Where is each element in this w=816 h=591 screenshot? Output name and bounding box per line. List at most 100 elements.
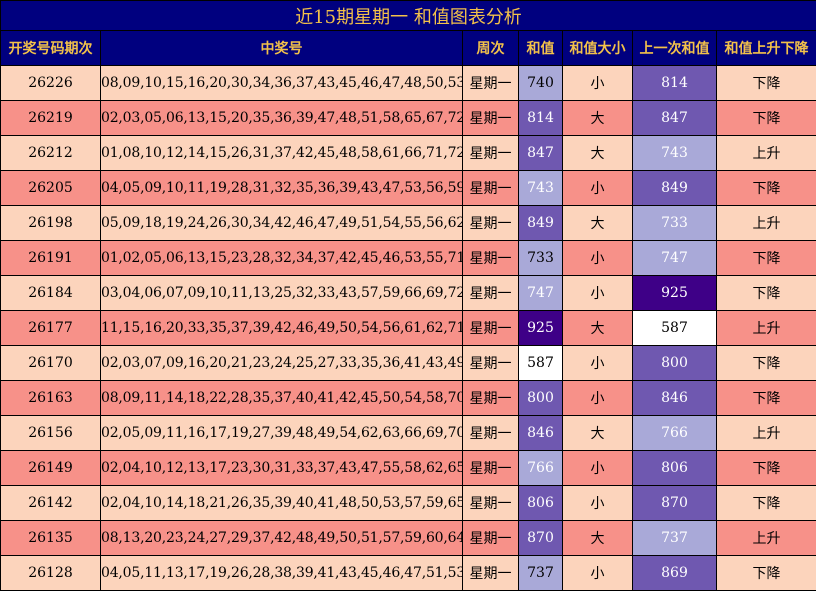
sum-cell: 870 xyxy=(519,521,563,556)
sum-cell: 766 xyxy=(519,451,563,486)
numbers-cell: 04,05,09,10,11,19,28,31,32,35,36,39,43,4… xyxy=(101,171,463,206)
numbers-cell: 03,04,06,07,09,10,11,13,25,32,33,43,57,5… xyxy=(101,276,463,311)
header-sum: 和值 xyxy=(519,31,563,66)
numbers-cell: 02,04,10,14,18,21,26,35,39,40,41,48,50,5… xyxy=(101,486,463,521)
sum-cell: 814 xyxy=(519,101,563,136)
prev-sum-cell: 800 xyxy=(633,346,717,381)
table-row: 2621902,03,05,06,13,15,20,35,36,39,47,48… xyxy=(1,101,816,136)
weekday-cell: 星期一 xyxy=(463,346,519,381)
table-row: 2617711,15,16,20,33,35,37,39,42,46,49,50… xyxy=(1,311,816,346)
numbers-cell: 02,04,10,12,13,17,23,30,31,33,37,43,47,5… xyxy=(101,451,463,486)
sum-cell: 740 xyxy=(519,66,563,101)
table-row: 2619805,09,18,19,24,26,30,34,42,46,47,49… xyxy=(1,206,816,241)
size-cell: 大 xyxy=(563,416,633,451)
issue-cell: 26149 xyxy=(1,451,101,486)
numbers-cell: 08,09,11,14,18,22,28,35,37,40,41,42,45,5… xyxy=(101,381,463,416)
weekday-cell: 星期一 xyxy=(463,311,519,346)
weekday-cell: 星期一 xyxy=(463,101,519,136)
prev-sum-cell: 747 xyxy=(633,241,717,276)
table-row: 2618403,04,06,07,09,10,11,13,25,32,33,43… xyxy=(1,276,816,311)
weekday-cell: 星期一 xyxy=(463,381,519,416)
header-size: 和值大小 xyxy=(563,31,633,66)
issue-cell: 26191 xyxy=(1,241,101,276)
issue-cell: 26163 xyxy=(1,381,101,416)
issue-cell: 26142 xyxy=(1,486,101,521)
trend-cell: 下降 xyxy=(717,486,816,521)
issue-cell: 26198 xyxy=(1,206,101,241)
header-row: 开奖号码期次 中奖号 周次 和值 和值大小 上一次和值 和值上升下降 xyxy=(1,31,816,66)
trend-cell: 下降 xyxy=(717,66,816,101)
prev-sum-cell: 846 xyxy=(633,381,717,416)
trend-cell: 下降 xyxy=(717,451,816,486)
table-row: 2617002,03,07,09,16,20,21,23,24,25,27,33… xyxy=(1,346,816,381)
issue-cell: 26212 xyxy=(1,136,101,171)
sum-cell: 743 xyxy=(519,171,563,206)
sum-analysis-table: 近15期星期一 和值图表分析 开奖号码期次 中奖号 周次 和值 和值大小 上一次… xyxy=(0,0,816,591)
issue-cell: 26156 xyxy=(1,416,101,451)
issue-cell: 26219 xyxy=(1,101,101,136)
size-cell: 大 xyxy=(563,206,633,241)
table-row: 2615602,05,09,11,16,17,19,27,39,48,49,54… xyxy=(1,416,816,451)
table-row: 2616308,09,11,14,18,22,28,35,37,40,41,42… xyxy=(1,381,816,416)
size-cell: 小 xyxy=(563,66,633,101)
weekday-cell: 星期一 xyxy=(463,486,519,521)
sum-cell: 800 xyxy=(519,381,563,416)
table-row: 2614902,04,10,12,13,17,23,30,31,33,37,43… xyxy=(1,451,816,486)
numbers-cell: 02,03,07,09,16,20,21,23,24,25,27,33,35,3… xyxy=(101,346,463,381)
numbers-cell: 01,02,05,06,13,15,23,28,32,34,37,42,45,4… xyxy=(101,241,463,276)
table-row: 2614202,04,10,14,18,21,26,35,39,40,41,48… xyxy=(1,486,816,521)
weekday-cell: 星期一 xyxy=(463,171,519,206)
weekday-cell: 星期一 xyxy=(463,521,519,556)
prev-sum-cell: 814 xyxy=(633,66,717,101)
size-cell: 大 xyxy=(563,101,633,136)
size-cell: 大 xyxy=(563,311,633,346)
numbers-cell: 02,03,05,06,13,15,20,35,36,39,47,48,51,5… xyxy=(101,101,463,136)
numbers-cell: 08,09,10,15,16,20,30,34,36,37,43,45,46,4… xyxy=(101,66,463,101)
header-numbers: 中奖号 xyxy=(101,31,463,66)
prev-sum-cell: 925 xyxy=(633,276,717,311)
header-issue: 开奖号码期次 xyxy=(1,31,101,66)
numbers-cell: 05,09,18,19,24,26,30,34,42,46,47,49,51,5… xyxy=(101,206,463,241)
numbers-cell: 04,05,11,13,17,19,26,28,38,39,41,43,45,4… xyxy=(101,556,463,591)
trend-cell: 上升 xyxy=(717,416,816,451)
size-cell: 小 xyxy=(563,171,633,206)
weekday-cell: 星期一 xyxy=(463,66,519,101)
sum-cell: 925 xyxy=(519,311,563,346)
weekday-cell: 星期一 xyxy=(463,556,519,591)
table-row: 2620504,05,09,10,11,19,28,31,32,35,36,39… xyxy=(1,171,816,206)
size-cell: 大 xyxy=(563,521,633,556)
sum-cell: 846 xyxy=(519,416,563,451)
sum-cell: 806 xyxy=(519,486,563,521)
prev-sum-cell: 737 xyxy=(633,521,717,556)
numbers-cell: 08,13,20,23,24,27,29,37,42,48,49,50,51,5… xyxy=(101,521,463,556)
prev-sum-cell: 743 xyxy=(633,136,717,171)
issue-cell: 26177 xyxy=(1,311,101,346)
issue-cell: 26135 xyxy=(1,521,101,556)
sum-cell: 737 xyxy=(519,556,563,591)
issue-cell: 26128 xyxy=(1,556,101,591)
size-cell: 大 xyxy=(563,136,633,171)
size-cell: 小 xyxy=(563,556,633,591)
trend-cell: 下降 xyxy=(717,346,816,381)
trend-cell: 上升 xyxy=(717,136,816,171)
sum-cell: 849 xyxy=(519,206,563,241)
prev-sum-cell: 806 xyxy=(633,451,717,486)
numbers-cell: 01,08,10,12,14,15,26,31,37,42,45,48,58,6… xyxy=(101,136,463,171)
table-row: 2621201,08,10,12,14,15,26,31,37,42,45,48… xyxy=(1,136,816,171)
size-cell: 小 xyxy=(563,346,633,381)
prev-sum-cell: 766 xyxy=(633,416,717,451)
prev-sum-cell: 870 xyxy=(633,486,717,521)
header-weekday: 周次 xyxy=(463,31,519,66)
weekday-cell: 星期一 xyxy=(463,136,519,171)
sum-cell: 733 xyxy=(519,241,563,276)
issue-cell: 26226 xyxy=(1,66,101,101)
trend-cell: 上升 xyxy=(717,311,816,346)
trend-cell: 下降 xyxy=(717,556,816,591)
prev-sum-cell: 587 xyxy=(633,311,717,346)
issue-cell: 26170 xyxy=(1,346,101,381)
trend-cell: 上升 xyxy=(717,206,816,241)
issue-cell: 26205 xyxy=(1,171,101,206)
weekday-cell: 星期一 xyxy=(463,451,519,486)
prev-sum-cell: 847 xyxy=(633,101,717,136)
weekday-cell: 星期一 xyxy=(463,241,519,276)
